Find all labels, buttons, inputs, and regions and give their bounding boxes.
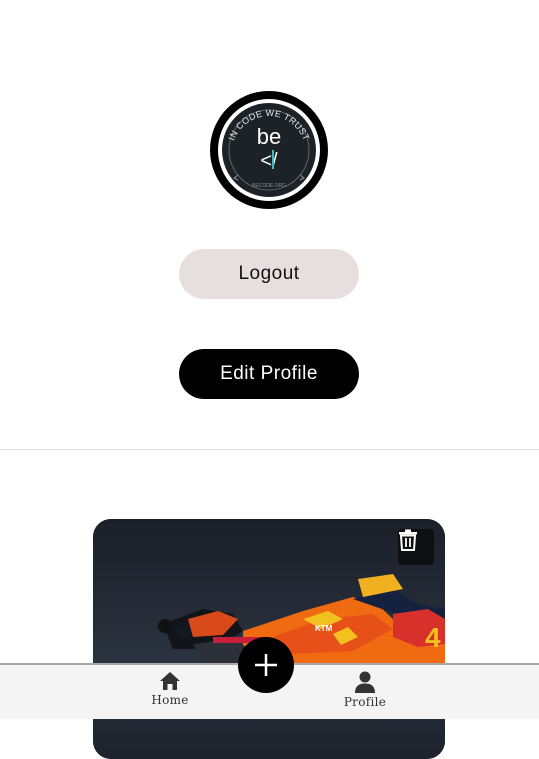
svg-text:BECODE.ORG: BECODE.ORG: [252, 183, 286, 189]
logout-button[interactable]: Logout: [179, 249, 359, 299]
svg-text:be: be: [257, 124, 281, 149]
nav-profile-label: Profile: [343, 695, 387, 709]
plus-icon: [255, 654, 277, 676]
delete-post-button[interactable]: [398, 529, 434, 565]
svg-text:4: 4: [425, 622, 441, 653]
avatar: IN CODE WE TRUST be </ BECODE.ORG: [210, 91, 328, 209]
svg-text:</: </: [260, 150, 278, 172]
edit-profile-button[interactable]: Edit Profile: [179, 349, 359, 399]
nav-home[interactable]: Home: [130, 671, 210, 707]
svg-text:KTM: KTM: [315, 624, 333, 633]
add-post-button[interactable]: [238, 637, 294, 693]
trash-icon: [399, 529, 417, 551]
nav-home-label: Home: [151, 693, 189, 707]
user-icon: [355, 671, 375, 693]
home-icon: [160, 672, 180, 690]
divider: [0, 449, 539, 450]
nav-profile[interactable]: Profile: [325, 671, 405, 709]
in-code-we-trust-logo: IN CODE WE TRUST be </ BECODE.ORG: [212, 93, 326, 207]
